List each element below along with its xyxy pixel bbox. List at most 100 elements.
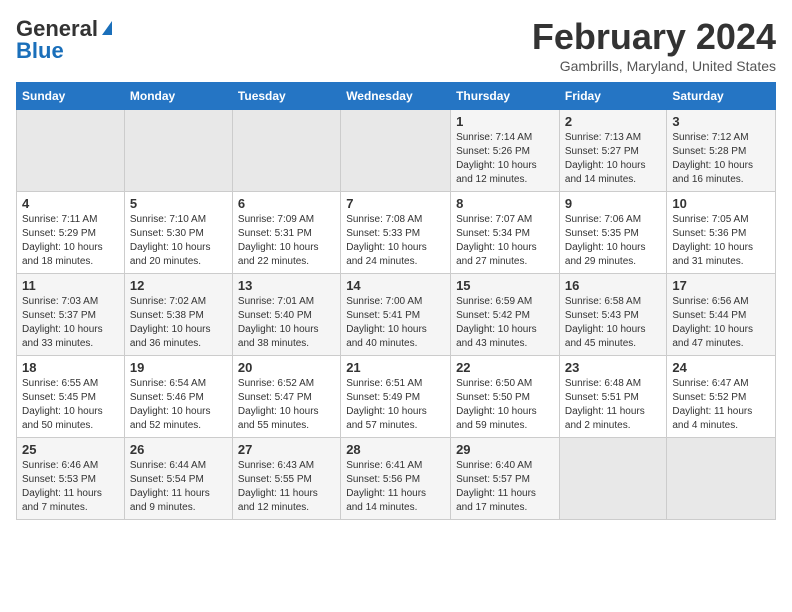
day-info: Sunrise: 6:55 AMSunset: 5:45 PMDaylight:… (22, 377, 119, 433)
day-number: 15 (456, 278, 554, 293)
day-info: Sunrise: 7:11 AMSunset: 5:29 PMDaylight:… (22, 213, 119, 269)
day-info: Sunrise: 7:09 AMSunset: 5:31 PMDaylight:… (238, 213, 335, 269)
day-number: 17 (672, 278, 770, 293)
day-info: Sunrise: 7:03 AMSunset: 5:37 PMDaylight:… (22, 295, 119, 351)
day-info: Sunrise: 6:56 AMSunset: 5:44 PMDaylight:… (672, 295, 770, 351)
header-sunday: Sunday (17, 83, 125, 110)
day-number: 1 (456, 114, 554, 129)
calendar-cell: 23 Sunrise: 6:48 AMSunset: 5:51 PMDayligh… (559, 356, 666, 438)
day-info: Sunrise: 7:05 AMSunset: 5:36 PMDaylight:… (672, 213, 770, 269)
day-number: 19 (130, 360, 227, 375)
weekday-header-row: SundayMondayTuesdayWednesdayThursdayFrid… (17, 83, 776, 110)
day-number: 24 (672, 360, 770, 375)
calendar-cell (559, 438, 666, 520)
day-info: Sunrise: 6:50 AMSunset: 5:50 PMDaylight:… (456, 377, 554, 433)
calendar-cell: 3 Sunrise: 7:12 AMSunset: 5:28 PMDaylight… (667, 110, 776, 192)
day-info: Sunrise: 7:13 AMSunset: 5:27 PMDaylight:… (565, 131, 661, 187)
calendar-cell: 5Sunrise: 7:10 AMSunset: 5:30 PMDaylight… (124, 192, 232, 274)
day-info: Sunrise: 6:47 AMSunset: 5:52 PMDaylight:… (672, 377, 770, 433)
day-number: 25 (22, 442, 119, 457)
calendar-cell: 7 Sunrise: 7:08 AMSunset: 5:33 PMDaylight… (341, 192, 451, 274)
day-number: 20 (238, 360, 335, 375)
calendar-cell: 19 Sunrise: 6:54 AMSunset: 5:46 PMDayligh… (124, 356, 232, 438)
day-info: Sunrise: 7:14 AMSunset: 5:26 PMDaylight:… (456, 131, 554, 187)
day-info: Sunrise: 6:51 AMSunset: 5:49 PMDaylight:… (346, 377, 445, 433)
day-info: Sunrise: 7:07 AMSunset: 5:34 PMDaylight:… (456, 213, 554, 269)
day-info: Sunrise: 6:44 AMSunset: 5:54 PMDaylight:… (130, 459, 227, 515)
calendar-cell: 1 Sunrise: 7:14 AMSunset: 5:26 PMDaylight… (451, 110, 560, 192)
calendar-cell: 9 Sunrise: 7:06 AMSunset: 5:35 PMDaylight… (559, 192, 666, 274)
day-number: 12 (130, 278, 227, 293)
calendar-table: SundayMondayTuesdayWednesdayThursdayFrid… (16, 82, 776, 520)
calendar-cell: 17 Sunrise: 6:56 AMSunset: 5:44 PMDayligh… (667, 274, 776, 356)
calendar-cell: 21 Sunrise: 6:51 AMSunset: 5:49 PMDayligh… (341, 356, 451, 438)
calendar-cell: 18 Sunrise: 6:55 AMSunset: 5:45 PMDayligh… (17, 356, 125, 438)
calendar-cell (667, 438, 776, 520)
calendar-cell: 8 Sunrise: 7:07 AMSunset: 5:34 PMDaylight… (451, 192, 560, 274)
day-info: Sunrise: 6:54 AMSunset: 5:46 PMDaylight:… (130, 377, 227, 433)
day-number: 18 (22, 360, 119, 375)
day-number: 21 (346, 360, 445, 375)
logo-blue: Blue (16, 38, 64, 64)
day-number: 29 (456, 442, 554, 457)
day-info: Sunrise: 7:01 AMSunset: 5:40 PMDaylight:… (238, 295, 335, 351)
day-info: Sunrise: 6:43 AMSunset: 5:55 PMDaylight:… (238, 459, 335, 515)
day-number: 16 (565, 278, 661, 293)
day-number: 9 (565, 196, 661, 211)
header-wednesday: Wednesday (341, 83, 451, 110)
calendar-cell: 20 Sunrise: 6:52 AMSunset: 5:47 PMDayligh… (232, 356, 340, 438)
day-number: 4 (22, 196, 119, 211)
day-info: Sunrise: 7:06 AMSunset: 5:35 PMDaylight:… (565, 213, 661, 269)
day-info: Sunrise: 6:46 AMSunset: 5:53 PMDaylight:… (22, 459, 119, 515)
calendar-cell: 24 Sunrise: 6:47 AMSunset: 5:52 PMDayligh… (667, 356, 776, 438)
day-number: 11 (22, 278, 119, 293)
header-friday: Friday (559, 83, 666, 110)
calendar-cell: 29 Sunrise: 6:40 AMSunset: 5:57 PMDayligh… (451, 438, 560, 520)
day-number: 6 (238, 196, 335, 211)
day-info: Sunrise: 7:02 AMSunset: 5:38 PMDaylight:… (130, 295, 227, 351)
calendar-cell: 16 Sunrise: 6:58 AMSunset: 5:43 PMDayligh… (559, 274, 666, 356)
calendar-cell: 14Sunrise: 7:00 AMSunset: 5:41 PMDayligh… (341, 274, 451, 356)
calendar-cell: 13Sunrise: 7:01 AMSunset: 5:40 PMDayligh… (232, 274, 340, 356)
header-saturday: Saturday (667, 83, 776, 110)
calendar-cell: 26 Sunrise: 6:44 AMSunset: 5:54 PMDayligh… (124, 438, 232, 520)
day-info: Sunrise: 7:10 AMSunset: 5:30 PMDaylight:… (130, 213, 227, 269)
week-row-3: 11 Sunrise: 7:03 AMSunset: 5:37 PMDayligh… (17, 274, 776, 356)
calendar-cell (124, 110, 232, 192)
calendar-cell (232, 110, 340, 192)
header-monday: Monday (124, 83, 232, 110)
calendar-cell: 4 Sunrise: 7:11 AMSunset: 5:29 PMDaylight… (17, 192, 125, 274)
calendar-cell: 27Sunrise: 6:43 AMSunset: 5:55 PMDayligh… (232, 438, 340, 520)
day-number: 2 (565, 114, 661, 129)
day-number: 28 (346, 442, 445, 457)
title-block: February 2024 Gambrills, Maryland, Unite… (532, 16, 776, 74)
calendar-cell (17, 110, 125, 192)
day-number: 26 (130, 442, 227, 457)
calendar-cell: 22 Sunrise: 6:50 AMSunset: 5:50 PMDayligh… (451, 356, 560, 438)
calendar-cell: 11 Sunrise: 7:03 AMSunset: 5:37 PMDayligh… (17, 274, 125, 356)
calendar-cell: 28Sunrise: 6:41 AMSunset: 5:56 PMDayligh… (341, 438, 451, 520)
page-header: General Blue February 2024 Gambrills, Ma… (16, 16, 776, 74)
logo-arrow-icon (102, 21, 112, 35)
location-subtitle: Gambrills, Maryland, United States (532, 58, 776, 74)
week-row-2: 4 Sunrise: 7:11 AMSunset: 5:29 PMDaylight… (17, 192, 776, 274)
header-thursday: Thursday (451, 83, 560, 110)
calendar-cell: 15Sunrise: 6:59 AMSunset: 5:42 PMDayligh… (451, 274, 560, 356)
month-year-title: February 2024 (532, 16, 776, 58)
day-info: Sunrise: 7:08 AMSunset: 5:33 PMDaylight:… (346, 213, 445, 269)
calendar-cell: 2 Sunrise: 7:13 AMSunset: 5:27 PMDaylight… (559, 110, 666, 192)
day-number: 7 (346, 196, 445, 211)
calendar-cell: 6 Sunrise: 7:09 AMSunset: 5:31 PMDaylight… (232, 192, 340, 274)
day-info: Sunrise: 7:12 AMSunset: 5:28 PMDaylight:… (672, 131, 770, 187)
day-info: Sunrise: 6:52 AMSunset: 5:47 PMDaylight:… (238, 377, 335, 433)
day-info: Sunrise: 6:48 AMSunset: 5:51 PMDaylight:… (565, 377, 661, 433)
week-row-4: 18 Sunrise: 6:55 AMSunset: 5:45 PMDayligh… (17, 356, 776, 438)
day-number: 22 (456, 360, 554, 375)
day-number: 3 (672, 114, 770, 129)
calendar-cell: 10Sunrise: 7:05 AMSunset: 5:36 PMDayligh… (667, 192, 776, 274)
day-info: Sunrise: 6:58 AMSunset: 5:43 PMDaylight:… (565, 295, 661, 351)
day-info: Sunrise: 6:40 AMSunset: 5:57 PMDaylight:… (456, 459, 554, 515)
day-number: 8 (456, 196, 554, 211)
calendar-cell: 25 Sunrise: 6:46 AMSunset: 5:53 PMDayligh… (17, 438, 125, 520)
day-number: 23 (565, 360, 661, 375)
